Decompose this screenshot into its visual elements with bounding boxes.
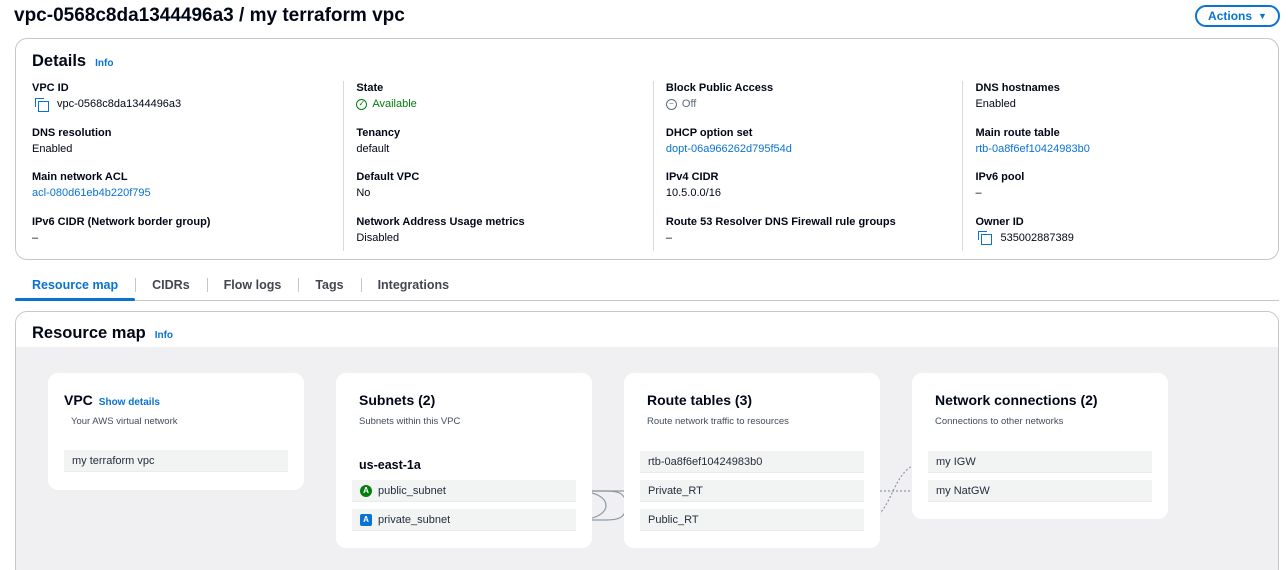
- main-network-acl-link[interactable]: acl-080d61eb4b220f795: [32, 185, 333, 201]
- dns-hostnames-value: Enabled: [975, 98, 1016, 110]
- route-table-node[interactable]: Public_RT: [640, 509, 864, 531]
- owner-id-label: Owner ID: [975, 215, 1024, 228]
- resource-map-title: Resource map: [32, 324, 146, 342]
- copy-icon[interactable]: [978, 231, 993, 245]
- ipv6-cidr-value: –: [32, 231, 39, 244]
- dns-firewall-value: –: [665, 231, 673, 244]
- ipv6-pool-label: IPv6 pool: [975, 171, 1025, 183]
- default-vpc-label: Default VPC: [356, 171, 420, 183]
- route-table-name: rtb-0a8f6ef10424983b0: [648, 455, 763, 468]
- details-column-2: State ✓ Available Tenancy default Default…: [343, 81, 653, 251]
- tenancy-value: default: [356, 142, 390, 155]
- route-table-name: Public_RT: [648, 513, 699, 526]
- network-connection-name: my IGW: [936, 455, 976, 468]
- details-column-3: Block Public Access − Off DHCP option set…: [652, 81, 963, 251]
- actions-button-label: Actions: [1208, 9, 1253, 23]
- route-tables-card-title: Route tables (3): [647, 392, 753, 408]
- route-table-node[interactable]: Private_RT: [640, 480, 864, 502]
- network-connections-card-title: Network connections (2): [935, 392, 1098, 408]
- dns-firewall-label: Route 53 Resolver DNS Firewall rule grou…: [665, 215, 896, 228]
- default-vpc-value: No: [356, 187, 371, 199]
- resource-map-info-link[interactable]: Info: [155, 330, 173, 341]
- copy-icon[interactable]: [35, 97, 49, 112]
- subnet-name: public_subnet: [378, 484, 446, 497]
- route-tables-card-subtitle: Route network traffic to resources: [647, 416, 789, 427]
- owner-id-value: 535002887389: [1000, 231, 1074, 244]
- minus-circle-icon: −: [665, 98, 677, 110]
- show-details-link[interactable]: Show details: [99, 397, 160, 408]
- subnets-card: Subnets (2) Subnets within this VPC us-e…: [336, 373, 592, 548]
- tab-flow-logs[interactable]: Flow logs: [206, 270, 299, 300]
- details-panel: Details Info VPC ID vpc-0568c8da1344496a…: [15, 38, 1279, 260]
- route-table-name: Private_RT: [648, 484, 703, 497]
- network-connection-node[interactable]: my IGW: [928, 451, 1152, 473]
- page-title: vpc-0568c8da1344496a3 / my terraform vpc: [14, 5, 405, 26]
- dns-hostnames-label: DNS hostnames: [975, 82, 1060, 94]
- tenancy-label: Tenancy: [356, 126, 401, 139]
- nau-metrics-label: Network Address Usage metrics: [356, 215, 525, 228]
- dns-resolution-label: DNS resolution: [32, 126, 112, 139]
- details-column-1: VPC ID vpc-0568c8da1344496a3 DNS resolut…: [32, 81, 343, 251]
- ipv6-cidr-label: IPv6 CIDR (Network border group): [32, 215, 211, 228]
- vpc-node-label: my terraform vpc: [72, 454, 155, 467]
- vpc-card-title: VPC: [64, 392, 93, 408]
- vpc-card: VPC Show details Your AWS virtual networ…: [48, 373, 304, 490]
- tab-integrations[interactable]: Integrations: [360, 270, 467, 300]
- network-connection-node[interactable]: my NatGW: [928, 480, 1152, 502]
- main-route-table-link[interactable]: rtb-0a8f6ef10424983b0: [975, 141, 1262, 157]
- availability-zone-label: us-east-1a: [359, 458, 421, 472]
- tab-tags[interactable]: Tags: [298, 270, 360, 300]
- network-connection-name: my NatGW: [936, 484, 990, 497]
- state-value: Available: [372, 98, 417, 110]
- check-circle-icon: ✓: [356, 98, 368, 110]
- dhcp-option-set-link[interactable]: dopt-06a966262d795f54d: [666, 141, 953, 157]
- network-connections-card: Network connections (2) Connections to o…: [912, 373, 1168, 519]
- main-route-table-label: Main route table: [975, 126, 1060, 139]
- network-connections-card-subtitle: Connections to other networks: [935, 416, 1064, 427]
- block-public-access-value: Off: [681, 98, 697, 110]
- details-title: Details: [32, 52, 87, 70]
- dns-resolution-value: Enabled: [32, 142, 73, 155]
- state-label: State: [356, 82, 384, 94]
- actions-button[interactable]: Actions ▼: [1195, 5, 1280, 27]
- availability-zone-badge-icon: A: [360, 513, 372, 526]
- route-tables-card: Route tables (3) Route network traffic t…: [624, 373, 880, 548]
- nau-metrics-value: Disabled: [356, 231, 400, 244]
- route-table-node[interactable]: rtb-0a8f6ef10424983b0: [640, 451, 864, 473]
- subnets-card-title: Subnets (2): [359, 392, 436, 408]
- ipv6-pool-value: –: [975, 187, 982, 199]
- vpc-id-value: vpc-0568c8da1344496a3: [57, 98, 182, 110]
- dhcp-option-set-label: DHCP option set: [665, 126, 753, 139]
- tab-cidrs[interactable]: CIDRs: [135, 270, 207, 300]
- vpc-card-subtitle: Your AWS virtual network: [71, 416, 178, 427]
- resource-map-panel: Resource map Info VPC Show details Your …: [15, 311, 1279, 570]
- subnet-node-private[interactable]: A private_subnet: [352, 509, 576, 531]
- caret-down-icon: ▼: [1258, 11, 1267, 21]
- availability-zone-badge-icon: A: [360, 484, 372, 497]
- vpc-id-label: VPC ID: [32, 82, 69, 94]
- subnet-node-public[interactable]: A public_subnet: [352, 480, 576, 502]
- block-public-access-label: Block Public Access: [665, 82, 774, 94]
- main-network-acl-label: Main network ACL: [32, 171, 128, 183]
- ipv4-cidr-label: IPv4 CIDR: [665, 171, 719, 183]
- subnets-card-subtitle: Subnets within this VPC: [359, 416, 461, 427]
- tab-bar: Resource map CIDRs Flow logs Tags Integr…: [15, 270, 1279, 301]
- details-info-link[interactable]: Info: [95, 58, 113, 69]
- subnet-name: private_subnet: [378, 513, 451, 526]
- tab-resource-map[interactable]: Resource map: [15, 270, 136, 301]
- vpc-node[interactable]: my terraform vpc: [64, 450, 288, 472]
- ipv4-cidr-value: 10.5.0.0/16: [665, 187, 721, 199]
- details-column-4: DNS hostnames Enabled Main route table r…: [962, 81, 1272, 251]
